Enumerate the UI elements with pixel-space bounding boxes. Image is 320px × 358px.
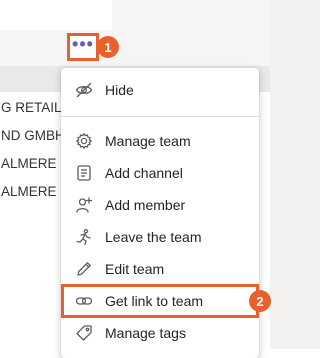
team-name: ALMERE bbox=[1, 184, 57, 199]
callout-number: 1 bbox=[104, 39, 112, 55]
team-list-item[interactable]: ALMERE bbox=[0, 180, 61, 204]
add-person-icon bbox=[75, 196, 93, 214]
team-list-item[interactable]: ALMERE bbox=[0, 152, 61, 176]
menu-item-add-channel[interactable]: Add channel bbox=[61, 157, 259, 189]
gear-icon bbox=[75, 132, 93, 150]
team-name: ND GMBH bbox=[1, 128, 61, 143]
menu-item-label: Leave the team bbox=[105, 229, 202, 245]
more-options-icon: ••• bbox=[72, 34, 94, 54]
callout-badge-2: 2 bbox=[249, 290, 271, 312]
menu-item-label: Manage tags bbox=[105, 325, 186, 341]
top-left-area bbox=[0, 0, 112, 30]
channel-icon bbox=[75, 164, 93, 182]
right-gutter bbox=[270, 0, 320, 349]
menu-item-hide[interactable]: Hide bbox=[61, 74, 259, 106]
leave-icon bbox=[75, 228, 93, 246]
menu-item-edit-team[interactable]: Edit team bbox=[61, 253, 259, 285]
menu-item-label: Edit team bbox=[105, 261, 165, 277]
team-list-item[interactable]: ND GMBH bbox=[0, 124, 61, 148]
team-name: G RETAILE bbox=[1, 100, 61, 115]
menu-item-label: Hide bbox=[105, 82, 134, 98]
menu-item-label: Manage team bbox=[105, 133, 191, 149]
menu-divider bbox=[61, 116, 259, 117]
menu-item-leave-team[interactable]: Leave the team bbox=[61, 221, 259, 253]
menu-item-add-member[interactable]: Add member bbox=[61, 189, 259, 221]
callout-badge-1: 1 bbox=[97, 36, 119, 58]
highlight-box bbox=[61, 284, 259, 318]
team-name: ALMERE bbox=[1, 156, 57, 171]
menu-item-label: Add channel bbox=[105, 165, 183, 181]
tag-icon bbox=[75, 324, 93, 342]
team-list-item[interactable]: G RETAILE bbox=[0, 96, 61, 120]
more-options-button[interactable]: ••• bbox=[67, 33, 99, 61]
menu-item-manage-tags[interactable]: Manage tags bbox=[61, 317, 259, 349]
menu-item-label: Add member bbox=[105, 197, 186, 213]
menu-item-manage-team[interactable]: Manage team bbox=[61, 125, 259, 157]
hide-icon bbox=[75, 81, 93, 99]
callout-number: 2 bbox=[256, 293, 264, 309]
pencil-icon bbox=[75, 260, 93, 278]
